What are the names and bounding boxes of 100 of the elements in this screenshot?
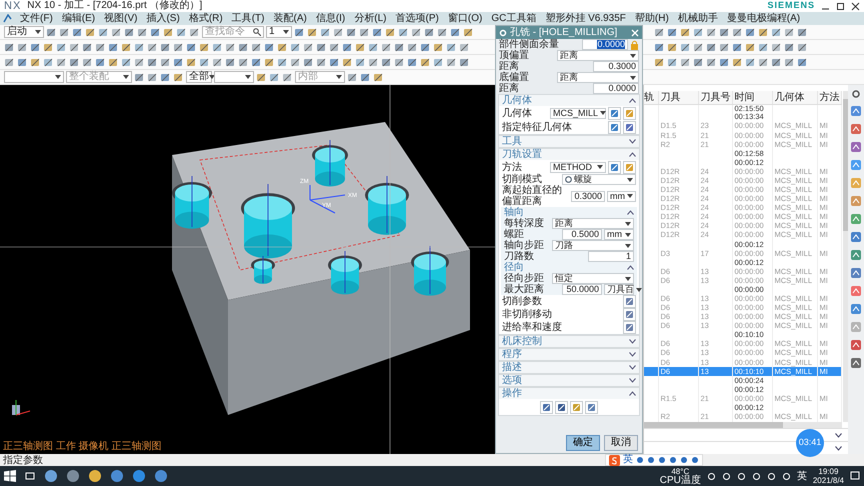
toolbar-icon[interactable] <box>407 56 418 68</box>
toolbar-icon[interactable] <box>160 56 171 68</box>
toolbar-icon[interactable] <box>186 56 197 68</box>
toolbar-icon[interactable] <box>342 56 353 68</box>
toolbar-icon[interactable] <box>212 56 223 68</box>
toolbar-icon[interactable] <box>654 42 665 52</box>
toolbar-icon[interactable] <box>176 26 187 38</box>
resource-icon[interactable] <box>850 105 862 117</box>
toolbar-icon[interactable] <box>173 56 184 68</box>
column-header[interactable]: 方法 <box>817 91 841 104</box>
toolbar-icon[interactable] <box>303 56 314 68</box>
toolbar-icon[interactable] <box>719 42 730 52</box>
toolbar-icon[interactable] <box>433 56 444 68</box>
toolbar-icon[interactable] <box>771 42 782 52</box>
toolbar-icon[interactable] <box>264 56 275 68</box>
tool-button[interactable] <box>608 120 621 134</box>
toolbar-icon[interactable] <box>459 56 470 68</box>
toolbar-icon[interactable] <box>385 26 396 38</box>
toolbar-icon[interactable] <box>347 72 358 82</box>
toolbar-icon[interactable] <box>693 42 704 52</box>
toolbar-icon[interactable] <box>282 72 293 82</box>
toolbar-icon[interactable] <box>307 26 318 38</box>
taskbar-app-icon[interactable] <box>132 469 146 483</box>
toolbar-icon[interactable] <box>186 42 197 52</box>
chevron-down-icon[interactable] <box>629 139 636 144</box>
toolbar-icon[interactable] <box>667 56 678 68</box>
dropdown[interactable]: MCS_MILL <box>550 108 606 118</box>
menu-item[interactable]: 工具(T) <box>230 12 266 24</box>
taskbar-app-icon[interactable] <box>66 469 80 483</box>
resource-icon[interactable] <box>850 303 862 315</box>
toolbar-icon[interactable] <box>134 56 145 68</box>
toolbar-icon[interactable] <box>680 56 691 68</box>
dropdown[interactable]: 恒定 <box>552 273 634 284</box>
snap-dropdown[interactable] <box>214 71 254 83</box>
vertical-scrollbar[interactable] <box>842 91 848 422</box>
toolbar-icon[interactable] <box>372 26 383 38</box>
subsection-title[interactable]: 径向 <box>504 262 524 272</box>
toolbar-icon[interactable] <box>82 42 93 52</box>
toolbar-icon[interactable] <box>771 26 782 38</box>
toolbar-icon[interactable] <box>758 26 769 38</box>
menu-item[interactable]: 曼曼电极编程(A) <box>726 12 802 24</box>
section-title[interactable]: 操作 <box>502 388 522 398</box>
chevron-up-icon[interactable] <box>629 391 636 396</box>
dropdown[interactable]: 距离 <box>552 218 634 229</box>
toolbar-icon[interactable] <box>381 42 392 52</box>
taskbar-app-icon[interactable] <box>110 469 124 483</box>
toolbar-icon[interactable] <box>4 56 15 68</box>
toolbar-icon[interactable] <box>680 42 691 52</box>
toolbar-icon[interactable] <box>137 26 148 38</box>
input-field[interactable]: 0.0000 <box>593 83 639 94</box>
tool-button[interactable] <box>555 400 568 414</box>
toolbar-icon[interactable] <box>30 56 41 68</box>
toolbar-icon[interactable] <box>238 42 249 52</box>
toolbar-icon[interactable] <box>758 56 769 68</box>
toolbar-icon[interactable] <box>333 26 344 38</box>
input-field[interactable]: 0.3000 <box>593 61 639 72</box>
section-title[interactable]: 工具 <box>502 136 522 146</box>
dropdown[interactable]: 螺旋 <box>562 174 636 185</box>
toolbar-icon[interactable] <box>732 56 743 68</box>
toolbar-icon[interactable] <box>680 26 691 38</box>
toolbar-icon[interactable] <box>359 26 370 38</box>
dropdown[interactable]: mm <box>607 190 636 202</box>
tool-button[interactable] <box>623 308 636 321</box>
subsection-title[interactable]: 轴向 <box>504 208 524 218</box>
toolbar-icon[interactable] <box>424 26 435 38</box>
chevron-up-icon[interactable] <box>627 265 634 270</box>
part-model-drawing[interactable] <box>172 122 470 415</box>
resource-icon[interactable] <box>850 267 862 279</box>
menu-item[interactable]: 插入(S) <box>145 12 181 24</box>
cancel-button[interactable]: 取消 <box>604 435 638 451</box>
toolbar-icon[interactable] <box>134 72 145 82</box>
toolbar-icon[interactable] <box>320 26 331 38</box>
toolbar-icon[interactable] <box>189 26 200 38</box>
input-field[interactable]: 0.0000 <box>582 39 628 50</box>
toolbar-icon[interactable] <box>654 56 665 68</box>
start-icon[interactable] <box>4 470 16 482</box>
toolbar-icon[interactable] <box>437 26 448 38</box>
toolbar-icon[interactable] <box>346 26 357 38</box>
toolbar-icon[interactable] <box>95 56 106 68</box>
tool-button[interactable] <box>623 321 636 334</box>
toolbar-icon[interactable] <box>147 42 158 52</box>
dropdown[interactable]: mm <box>604 229 634 240</box>
app-menu-icon[interactable] <box>3 14 12 23</box>
chevron-up-icon[interactable] <box>629 98 636 103</box>
toolbar-icon[interactable] <box>225 56 236 68</box>
toolbar-icon[interactable] <box>124 26 135 38</box>
toolbar-icon[interactable] <box>199 42 210 52</box>
menu-item[interactable]: 格式(R) <box>188 12 224 24</box>
toolbar-icon[interactable] <box>450 26 461 38</box>
resource-icon[interactable] <box>850 249 862 261</box>
maximize-icon[interactable] <box>836 2 845 10</box>
tool-button[interactable] <box>540 400 553 414</box>
resource-icon[interactable] <box>850 213 862 225</box>
column-header[interactable]: 时间 <box>732 91 772 104</box>
toolbar-icon[interactable] <box>294 26 305 38</box>
toolbar-icon[interactable] <box>147 72 158 82</box>
toolbar-icon[interactable] <box>4 42 15 52</box>
toolbar-icon[interactable] <box>269 72 280 82</box>
toolbar-icon[interactable] <box>43 56 54 68</box>
toolbar-icon[interactable] <box>667 42 678 52</box>
